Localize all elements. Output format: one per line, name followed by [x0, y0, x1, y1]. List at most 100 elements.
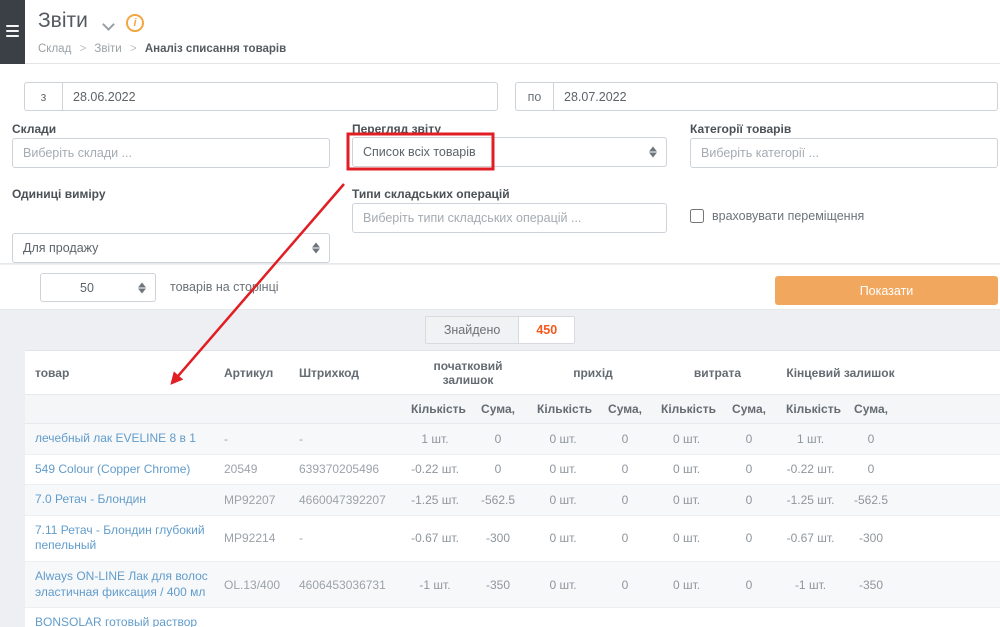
value-cell: 0 [595, 454, 655, 485]
per-page-select[interactable]: 50 [40, 273, 156, 302]
report-view-value: Список всіх товарів [363, 145, 476, 159]
value-cell: -0.67 шт. [780, 515, 841, 561]
value-cell: -1.25 шт. [405, 485, 465, 516]
product-link[interactable]: BONSOLAR готовый раствор для дезинфекции… [35, 615, 199, 627]
value-cell: 0 [595, 515, 655, 561]
product-link[interactable]: 7.0 Ретач - Блондин [35, 492, 146, 506]
code-cell: 02-958 [218, 608, 293, 627]
table-body: лечебный лак EVELINE 8 в 1--1 шт.00 шт.0… [25, 424, 1000, 627]
categories-input[interactable] [690, 138, 998, 168]
col-barcode: Штрихкод [293, 351, 405, 395]
date-from-group: з [24, 82, 498, 111]
date-from-input[interactable] [62, 82, 498, 111]
product-cell: Always ON-LINE Лак для волос эластичная … [25, 561, 218, 607]
value-cell: 736 [841, 608, 901, 627]
value-cell: 0 [595, 424, 655, 455]
product-link[interactable]: 7.11 Ретач - Блондин глубокий пепельный [35, 523, 205, 553]
table-header-group-row: товар Артикул Штрихкод початковий залишо… [25, 351, 1000, 395]
found-badge: Знайдено 450 [425, 316, 575, 344]
code-cell: 20549 [218, 454, 293, 485]
report-view-label: Перегляд звіту [352, 122, 441, 136]
group-closing-balance: Кінцевий залишок [780, 351, 901, 395]
report-table: товар Артикул Штрихкод початковий залишо… [25, 351, 1000, 627]
subheader-quantity: Кількість [780, 395, 841, 424]
breadcrumb-zvity[interactable]: Звіти [94, 43, 121, 55]
product-link[interactable]: 549 Colour (Copper Chrome) [35, 462, 190, 476]
code-cell: - [293, 515, 405, 561]
value-cell: -1 шт. [780, 561, 841, 607]
info-icon[interactable]: i [126, 14, 144, 32]
product-cell: 7.11 Ретач - Блондин глубокий пепельный [25, 515, 218, 561]
sidebar-strip[interactable] [0, 0, 25, 64]
show-button[interactable]: Показати [775, 276, 998, 305]
value-cell: 0 шт. [531, 454, 595, 485]
breadcrumb-sklad[interactable]: Склад [38, 43, 71, 55]
subheader-quantity: Кількість [531, 395, 595, 424]
table-row: 7.0 Ретач - БлондинMP922074660047392207-… [25, 485, 1000, 516]
value-cell: -350 [465, 561, 531, 607]
subheader-sum: Сума, [595, 395, 655, 424]
code-cell: - [218, 424, 293, 455]
value-cell: -1.25 шт. [780, 485, 841, 516]
value-cell: 2 шт. [780, 608, 841, 627]
warehouses-input[interactable] [12, 138, 330, 168]
value-cell: 0 [718, 561, 780, 607]
value-cell: -300 [841, 515, 901, 561]
group-expense: витрата [655, 351, 780, 395]
value-cell: -0.22 шт. [405, 454, 465, 485]
found-count: 450 [518, 317, 574, 343]
date-to-group: по [515, 82, 998, 111]
value-cell: -300 [465, 515, 531, 561]
operation-types-input[interactable] [352, 203, 667, 233]
value-cell: 0 [718, 608, 780, 627]
value-cell: 0 шт. [531, 515, 595, 561]
units-select[interactable]: Для продажу [12, 233, 330, 263]
units-value: Для продажу [23, 241, 98, 255]
report-table-wrap: товар Артикул Штрихкод початковий залишо… [25, 350, 1000, 627]
value-cell: 0 шт. [531, 424, 595, 455]
value-cell: 0 [595, 485, 655, 516]
app-header: Звіти i Склад > Звіти > Аналіз списання … [0, 0, 1000, 64]
filler-cell [901, 424, 1000, 455]
value-cell: 0 шт. [531, 608, 595, 627]
code-cell: 4660047392207 [293, 485, 405, 516]
subheader-sum: Сума, [465, 395, 531, 424]
value-cell: 1 шт. [405, 424, 465, 455]
value-cell: 0 [841, 454, 901, 485]
product-cell: BONSOLAR готовый раствор для дезинфекции… [25, 608, 218, 627]
col-product: товар [25, 351, 218, 395]
warehouses-label: Склади [12, 122, 56, 136]
value-cell: 0 шт. [655, 608, 718, 627]
chevron-down-icon[interactable] [102, 18, 115, 31]
filler-cell [901, 515, 1000, 561]
col-filler [901, 351, 1000, 395]
product-cell: 7.0 Ретач - Блондин [25, 485, 218, 516]
date-to-input[interactable] [553, 82, 998, 111]
results-band: Знайдено 450 [0, 310, 1000, 350]
subheader-quantity: Кількість [405, 395, 465, 424]
date-from-prefix: з [24, 82, 62, 111]
value-cell: 0 [718, 454, 780, 485]
value-cell: -562.5 [465, 485, 531, 516]
code-cell: 639370205496 [293, 454, 405, 485]
product-link[interactable]: лечебный лак EVELINE 8 в 1 [35, 431, 196, 445]
value-cell: 0 шт. [531, 485, 595, 516]
per-page-label: товарів на сторінці [170, 280, 279, 294]
value-cell: -0.67 шт. [405, 515, 465, 561]
value-cell: 0 [718, 424, 780, 455]
code-cell: MP92214 [218, 515, 293, 561]
page-title: Звіти [38, 9, 88, 33]
product-cell: 549 Colour (Copper Chrome) [25, 454, 218, 485]
product-link[interactable]: Always ON-LINE Лак для волос эластичная … [35, 569, 208, 599]
value-cell: 736 [465, 608, 531, 627]
value-cell: 0 шт. [655, 485, 718, 516]
breadcrumb-current: Аналіз списання товарів [145, 43, 286, 55]
col-sku: Артикул [218, 351, 293, 395]
include-transfers-checkbox[interactable] [690, 209, 704, 223]
table-row: BONSOLAR готовый раствор для дезинфекции… [25, 608, 1000, 627]
hamburger-icon[interactable] [6, 25, 19, 40]
table-row: Always ON-LINE Лак для волос эластичная … [25, 561, 1000, 607]
report-view-select[interactable]: Список всіх товарів [352, 137, 667, 167]
code-cell: - [293, 424, 405, 455]
categories-label: Категорії товарів [690, 122, 791, 136]
